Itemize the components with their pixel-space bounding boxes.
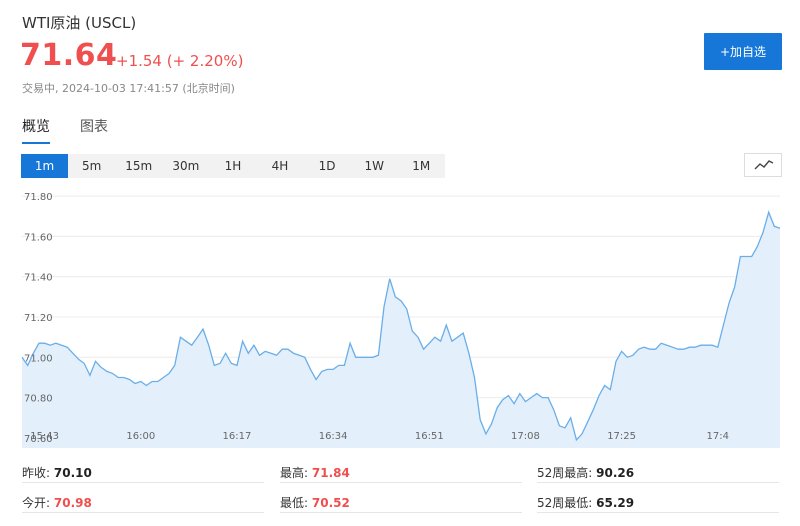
high-label: 最高: [280,466,309,480]
divider [537,482,779,483]
price-chart: 71.8071.6071.4071.2071.0070.8070.60 15:4… [21,192,781,448]
y-tick-label: 70.80 [24,394,53,405]
week52-high-label: 52周最高: [537,466,593,480]
divider [280,482,522,483]
x-tick-label: 17:08 [511,431,540,442]
tab-chart[interactable]: 图表 [80,116,108,144]
stat-low: 最低: 70.52 [280,494,350,511]
period-15m[interactable]: 15m [115,154,162,178]
period-5m[interactable]: 5m [68,154,115,178]
y-tick-label: 71.40 [24,273,53,284]
period-30m[interactable]: 30m [162,154,209,178]
price-area [22,212,780,448]
high-value: 71.84 [311,466,350,480]
price-change: +1.54 (+ 2.20%) [116,52,244,70]
period-4h[interactable]: 4H [256,154,303,178]
stat-prev-close: 昨收: 70.10 [22,464,92,481]
stat-52w-high: 52周最高: 90.26 [537,464,634,481]
instrument-title: WTI原油 (USCL) [22,14,137,32]
prev-close-label: 昨收: [22,466,51,480]
y-tick-label: 71.60 [24,232,53,243]
tab-overview[interactable]: 概览 [22,116,50,144]
low-label: 最低: [280,496,309,510]
y-tick-label: 71.80 [24,192,53,203]
line-chart-icon [754,160,774,170]
stat-high: 最高: 71.84 [280,464,350,481]
x-tick-label: 16:34 [319,431,348,442]
x-tick-label: 17:4 [707,431,729,442]
x-tick-label: 16:51 [415,431,444,442]
period-1mo[interactable]: 1M [398,154,445,178]
period-selector: 1m 5m 15m 30m 1H 4H 1D 1W 1M [21,154,445,178]
week52-low-value: 65.29 [596,496,635,510]
week52-low-label: 52周最低: [537,496,593,510]
tab-bar: 概览 图表 [22,116,108,144]
y-tick-label: 71.00 [24,353,53,364]
current-price: 71.64 [20,38,118,73]
period-1h[interactable]: 1H [209,154,256,178]
trading-status: 交易中, 2024-10-03 17:41:57 (北京时间) [22,82,235,95]
x-tick-label: 17:25 [607,431,636,442]
period-1w[interactable]: 1W [351,154,398,178]
chart-type-button[interactable] [744,153,782,177]
x-tick-label: 16:17 [223,431,252,442]
x-tick-label: 16:00 [126,431,155,442]
y-tick-label: 71.20 [24,313,53,324]
divider [537,512,779,513]
open-value: 70.98 [53,496,92,510]
stat-52w-low: 52周最低: 65.29 [537,494,634,511]
low-value: 70.52 [311,496,350,510]
open-label: 今开: [22,496,51,510]
divider [280,512,522,513]
stat-open: 今开: 70.98 [22,494,92,511]
divider [22,482,264,483]
add-watchlist-button[interactable]: +加自选 [704,33,782,70]
x-tick-label: 15:43 [30,431,59,442]
prev-close-value: 70.10 [53,466,92,480]
period-1d[interactable]: 1D [304,154,351,178]
week52-high-value: 90.26 [596,466,635,480]
divider [22,512,264,513]
period-1m[interactable]: 1m [21,154,69,178]
